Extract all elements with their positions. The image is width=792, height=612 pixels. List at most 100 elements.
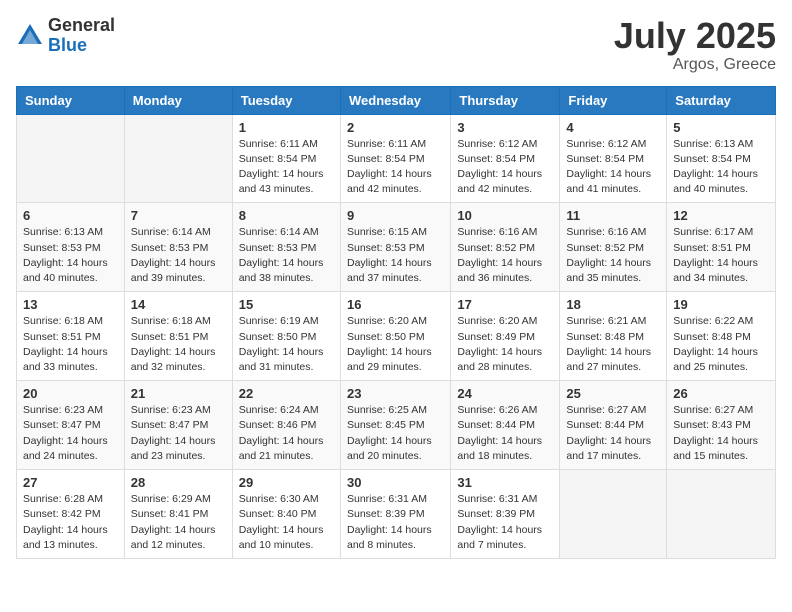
day-number: 21 xyxy=(131,386,226,401)
calendar-cell: 2 Sunrise: 6:11 AMSunset: 8:54 PMDaylight… xyxy=(340,114,450,203)
day-detail: Sunrise: 6:17 AMSunset: 8:51 PMDaylight:… xyxy=(673,225,769,286)
day-number: 12 xyxy=(673,208,769,223)
day-number: 13 xyxy=(23,297,118,312)
calendar-cell: 15Sunrise: 6:19 AMSunset: 8:50 PMDayligh… xyxy=(232,292,340,381)
calendar-cell: 9Sunrise: 6:15 AMSunset: 8:53 PMDaylight… xyxy=(340,203,450,292)
weekday-header-saturday: Saturday xyxy=(667,86,776,114)
weekday-header-monday: Monday xyxy=(124,86,232,114)
calendar-cell: 7 Sunrise: 6:14 AMSunset: 8:53 PMDaylight… xyxy=(124,203,232,292)
day-number: 30 xyxy=(347,475,444,490)
day-detail: Sunrise: 6:18 AMSunset: 8:51 PMDaylight:… xyxy=(23,314,118,375)
day-number: 23 xyxy=(347,386,444,401)
day-detail: Sunrise: 6:30 AMSunset: 8:40 PMDaylight:… xyxy=(239,492,334,553)
calendar-cell: 27Sunrise: 6:28 AMSunset: 8:42 PMDayligh… xyxy=(17,470,125,559)
day-number: 10 xyxy=(457,208,553,223)
day-number: 28 xyxy=(131,475,226,490)
day-detail: Sunrise: 6:27 AMSunset: 8:43 PMDaylight:… xyxy=(673,403,769,464)
calendar-cell: 20 Sunrise: 6:23 AMSunset: 8:47 PMDayligh… xyxy=(17,381,125,470)
calendar-cell: 6 Sunrise: 6:13 AMSunset: 8:53 PMDaylight… xyxy=(17,203,125,292)
calendar-cell: 16 Sunrise: 6:20 AMSunset: 8:50 PMDayligh… xyxy=(340,292,450,381)
calendar-cell: 26 Sunrise: 6:27 AMSunset: 8:43 PMDayligh… xyxy=(667,381,776,470)
day-detail: Sunrise: 6:13 AMSunset: 8:53 PMDaylight:… xyxy=(23,225,118,286)
day-detail: Sunrise: 6:19 AMSunset: 8:50 PMDaylight:… xyxy=(239,314,334,375)
day-detail: Sunrise: 6:23 AMSunset: 8:47 PMDaylight:… xyxy=(23,403,118,464)
calendar-week-2: 6 Sunrise: 6:13 AMSunset: 8:53 PMDaylight… xyxy=(17,203,776,292)
day-detail: Sunrise: 6:29 AMSunset: 8:41 PMDaylight:… xyxy=(131,492,226,553)
calendar-cell: 1 Sunrise: 6:11 AMSunset: 8:54 PMDaylight… xyxy=(232,114,340,203)
day-detail: Sunrise: 6:24 AMSunset: 8:46 PMDaylight:… xyxy=(239,403,334,464)
calendar-cell: 29 Sunrise: 6:30 AMSunset: 8:40 PMDayligh… xyxy=(232,470,340,559)
calendar-week-5: 27Sunrise: 6:28 AMSunset: 8:42 PMDayligh… xyxy=(17,470,776,559)
day-detail: Sunrise: 6:11 AMSunset: 8:54 PMDaylight:… xyxy=(239,137,334,198)
day-detail: Sunrise: 6:20 AMSunset: 8:50 PMDaylight:… xyxy=(347,314,444,375)
weekday-header-row: SundayMondayTuesdayWednesdayThursdayFrid… xyxy=(17,86,776,114)
logo-text: General Blue xyxy=(48,16,115,56)
day-detail: Sunrise: 6:11 AMSunset: 8:54 PMDaylight:… xyxy=(347,137,444,198)
weekday-header-sunday: Sunday xyxy=(17,86,125,114)
page-header: General Blue July 2025 Argos, Greece xyxy=(16,16,776,74)
calendar-cell: 10Sunrise: 6:16 AMSunset: 8:52 PMDayligh… xyxy=(451,203,560,292)
calendar-cell: 13 Sunrise: 6:18 AMSunset: 8:51 PMDayligh… xyxy=(17,292,125,381)
day-number: 22 xyxy=(239,386,334,401)
day-number: 11 xyxy=(566,208,660,223)
calendar-cell: 14 Sunrise: 6:18 AMSunset: 8:51 PMDayligh… xyxy=(124,292,232,381)
weekday-header-friday: Friday xyxy=(560,86,667,114)
location: Argos, Greece xyxy=(614,56,776,74)
logo-blue: Blue xyxy=(48,36,115,56)
day-detail: Sunrise: 6:31 AMSunset: 8:39 PMDaylight:… xyxy=(457,492,553,553)
day-detail: Sunrise: 6:27 AMSunset: 8:44 PMDaylight:… xyxy=(566,403,660,464)
calendar-cell: 17Sunrise: 6:20 AMSunset: 8:49 PMDayligh… xyxy=(451,292,560,381)
day-number: 7 xyxy=(131,208,226,223)
calendar-week-1: 1 Sunrise: 6:11 AMSunset: 8:54 PMDaylight… xyxy=(17,114,776,203)
calendar-cell: 25 Sunrise: 6:27 AMSunset: 8:44 PMDayligh… xyxy=(560,381,667,470)
day-detail: Sunrise: 6:12 AMSunset: 8:54 PMDaylight:… xyxy=(566,137,660,198)
day-detail: Sunrise: 6:23 AMSunset: 8:47 PMDaylight:… xyxy=(131,403,226,464)
calendar-week-4: 20 Sunrise: 6:23 AMSunset: 8:47 PMDayligh… xyxy=(17,381,776,470)
day-detail: Sunrise: 6:14 AMSunset: 8:53 PMDaylight:… xyxy=(131,225,226,286)
day-detail: Sunrise: 6:18 AMSunset: 8:51 PMDaylight:… xyxy=(131,314,226,375)
calendar-cell xyxy=(17,114,125,203)
day-detail: Sunrise: 6:25 AMSunset: 8:45 PMDaylight:… xyxy=(347,403,444,464)
day-number: 20 xyxy=(23,386,118,401)
day-number: 25 xyxy=(566,386,660,401)
day-detail: Sunrise: 6:31 AMSunset: 8:39 PMDaylight:… xyxy=(347,492,444,553)
day-number: 6 xyxy=(23,208,118,223)
day-detail: Sunrise: 6:12 AMSunset: 8:54 PMDaylight:… xyxy=(457,137,553,198)
calendar-cell: 22 Sunrise: 6:24 AMSunset: 8:46 PMDayligh… xyxy=(232,381,340,470)
calendar-cell: 18 Sunrise: 6:21 AMSunset: 8:48 PMDayligh… xyxy=(560,292,667,381)
month-year: July 2025 xyxy=(614,16,776,56)
calendar-cell: 30 Sunrise: 6:31 AMSunset: 8:39 PMDayligh… xyxy=(340,470,450,559)
day-detail: Sunrise: 6:21 AMSunset: 8:48 PMDaylight:… xyxy=(566,314,660,375)
calendar-cell: 23 Sunrise: 6:25 AMSunset: 8:45 PMDayligh… xyxy=(340,381,450,470)
weekday-header-tuesday: Tuesday xyxy=(232,86,340,114)
day-number: 31 xyxy=(457,475,553,490)
calendar-cell: 21 Sunrise: 6:23 AMSunset: 8:47 PMDayligh… xyxy=(124,381,232,470)
weekday-header-thursday: Thursday xyxy=(451,86,560,114)
calendar: SundayMondayTuesdayWednesdayThursdayFrid… xyxy=(16,86,776,559)
calendar-cell xyxy=(560,470,667,559)
day-number: 5 xyxy=(673,120,769,135)
calendar-cell: 28 Sunrise: 6:29 AMSunset: 8:41 PMDayligh… xyxy=(124,470,232,559)
day-detail: Sunrise: 6:13 AMSunset: 8:54 PMDaylight:… xyxy=(673,137,769,198)
title-block: July 2025 Argos, Greece xyxy=(614,16,776,74)
day-detail: Sunrise: 6:26 AMSunset: 8:44 PMDaylight:… xyxy=(457,403,553,464)
day-number: 16 xyxy=(347,297,444,312)
day-detail: Sunrise: 6:16 AMSunset: 8:52 PMDaylight:… xyxy=(566,225,660,286)
day-number: 18 xyxy=(566,297,660,312)
calendar-cell: 5 Sunrise: 6:13 AMSunset: 8:54 PMDaylight… xyxy=(667,114,776,203)
logo-general: General xyxy=(48,16,115,36)
day-number: 17 xyxy=(457,297,553,312)
day-number: 29 xyxy=(239,475,334,490)
day-number: 3 xyxy=(457,120,553,135)
calendar-cell: 31 Sunrise: 6:31 AMSunset: 8:39 PMDayligh… xyxy=(451,470,560,559)
day-number: 9 xyxy=(347,208,444,223)
logo-icon xyxy=(16,22,44,50)
day-number: 14 xyxy=(131,297,226,312)
day-number: 19 xyxy=(673,297,769,312)
calendar-cell: 24Sunrise: 6:26 AMSunset: 8:44 PMDayligh… xyxy=(451,381,560,470)
day-number: 26 xyxy=(673,386,769,401)
day-number: 2 xyxy=(347,120,444,135)
day-number: 1 xyxy=(239,120,334,135)
calendar-week-3: 13 Sunrise: 6:18 AMSunset: 8:51 PMDayligh… xyxy=(17,292,776,381)
calendar-cell: 8Sunrise: 6:14 AMSunset: 8:53 PMDaylight… xyxy=(232,203,340,292)
